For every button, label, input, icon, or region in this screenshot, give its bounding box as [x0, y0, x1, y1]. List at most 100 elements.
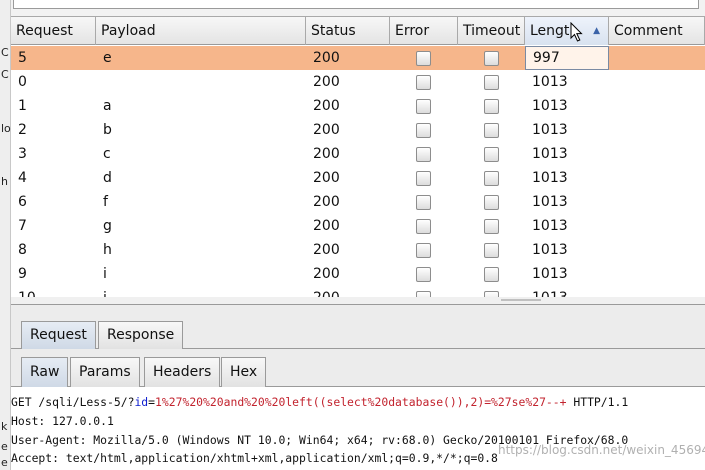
cell-payload: b	[103, 122, 112, 138]
timeout-checkbox[interactable]	[484, 171, 499, 186]
table-row[interactable]: 2 b 200 1013	[11, 118, 705, 142]
cell-request: 7	[18, 218, 27, 234]
clipped-char: lo	[1, 122, 11, 135]
cell-status: 200	[313, 266, 340, 282]
error-checkbox[interactable]	[416, 51, 431, 66]
error-checkbox[interactable]	[416, 243, 431, 258]
table-row[interactable]: 6 f 200 1013	[11, 190, 705, 214]
timeout-checkbox[interactable]	[484, 123, 499, 138]
cell-length: 1013	[532, 74, 568, 90]
header-accept: Accept: text/html,application/xhtml+xml,…	[11, 451, 498, 465]
cell-status: 200	[313, 218, 340, 234]
tab-raw[interactable]: Raw	[21, 357, 69, 387]
error-checkbox[interactable]	[416, 171, 431, 186]
timeout-checkbox[interactable]	[484, 75, 499, 90]
cell-length: 1013	[532, 98, 568, 114]
column-header-request[interactable]: Request	[11, 17, 96, 45]
request-line: GET /sqli/Less-5/?id=1%27%20%20and%20%20…	[11, 395, 629, 409]
cell-payload: e	[103, 50, 112, 66]
cell-length: 1013	[532, 170, 568, 186]
column-header-error[interactable]: Error	[390, 17, 458, 45]
table-row[interactable]: 9 i 200 1013	[11, 262, 705, 286]
tab-hex[interactable]: Hex	[221, 357, 267, 387]
timeout-checkbox[interactable]	[484, 219, 499, 234]
tab-headers[interactable]: Headers	[144, 357, 221, 387]
table-row[interactable]: 7 g 200 1013	[11, 214, 705, 238]
cell-comment	[609, 166, 705, 190]
table-row[interactable]: 0 200 1013	[11, 70, 705, 94]
timeout-checkbox[interactable]	[484, 195, 499, 210]
cell-status: 200	[313, 194, 340, 210]
cell-request: 5	[18, 50, 27, 66]
cell-payload: h	[103, 242, 112, 258]
column-header-comment[interactable]: Comment	[609, 17, 705, 45]
table-row[interactable]: 1 a 200 1013	[11, 94, 705, 118]
clipped-char: k	[1, 420, 8, 433]
error-checkbox[interactable]	[416, 75, 431, 90]
cell-payload: g	[103, 218, 112, 234]
cell-status: 200	[313, 242, 340, 258]
cell-length: 1013	[532, 194, 568, 210]
cell-payload: i	[103, 266, 107, 282]
tab-request[interactable]: Request	[21, 321, 96, 349]
error-checkbox[interactable]	[416, 99, 431, 114]
cell-request: 4	[18, 170, 27, 186]
cell-payload: f	[103, 194, 108, 210]
timeout-checkbox[interactable]	[484, 51, 499, 66]
timeout-checkbox[interactable]	[484, 147, 499, 162]
cell-payload: d	[103, 170, 112, 186]
cell-status: 200	[313, 98, 340, 114]
cell-status: 200	[313, 122, 340, 138]
cell-request: 1	[18, 98, 27, 114]
column-header-length[interactable]: Length ▲	[525, 17, 609, 45]
cell-request: 8	[18, 242, 27, 258]
timeout-checkbox[interactable]	[484, 99, 499, 114]
column-header-timeout[interactable]: Timeout	[458, 17, 525, 45]
cell-payload	[96, 70, 306, 94]
error-checkbox[interactable]	[416, 123, 431, 138]
horizontal-scrollbar[interactable]	[11, 297, 705, 304]
cell-request: 2	[18, 122, 27, 138]
clipped-char: e	[1, 456, 8, 469]
cell-comment	[609, 46, 705, 70]
results-table: Request Payload Status Error Timeout Length ▲ C…	[11, 17, 705, 305]
cell-length: 1013	[532, 218, 568, 234]
column-header-label: Status	[311, 23, 356, 39]
clipped-char: h	[1, 175, 8, 188]
error-checkbox[interactable]	[416, 147, 431, 162]
tab-params[interactable]: Params	[70, 357, 140, 387]
tab-response[interactable]: Response	[98, 321, 184, 349]
cell-comment	[609, 118, 705, 142]
cell-request: 0	[18, 74, 27, 90]
table-row[interactable]: 5 e 200 997	[11, 46, 705, 70]
table-row[interactable]: 4 d 200 1013	[11, 166, 705, 190]
timeout-checkbox[interactable]	[484, 243, 499, 258]
clipped-char: C	[1, 68, 9, 81]
sort-ascending-icon: ▲	[593, 26, 600, 36]
column-header-payload[interactable]: Payload	[96, 17, 306, 45]
cell-request: 3	[18, 146, 27, 162]
error-checkbox[interactable]	[416, 219, 431, 234]
column-header-label: Timeout	[463, 23, 521, 39]
mouse-cursor-icon	[570, 22, 583, 42]
cell-length: 1013	[532, 242, 568, 258]
column-header-status[interactable]: Status	[306, 17, 390, 45]
error-checkbox[interactable]	[416, 267, 431, 282]
param-value: 1%27%20%20and%20%20left((select%20databa…	[155, 395, 567, 409]
cell-payload: c	[103, 146, 111, 162]
column-header-label: Payload	[101, 23, 156, 39]
param-name: id	[134, 395, 149, 409]
clipped-char: e	[1, 440, 8, 453]
view-tabs: Raw Params Headers Hex	[11, 349, 705, 387]
cell-comment	[609, 238, 705, 262]
table-row[interactable]: 8 h 200 1013	[11, 238, 705, 262]
raw-request-editor[interactable]: GET /sqli/Less-5/?id=1%27%20%20and%20%20…	[11, 387, 705, 470]
timeout-checkbox[interactable]	[484, 267, 499, 282]
error-checkbox[interactable]	[416, 195, 431, 210]
watermark-text: https://blog.csdn.net/weixin_45694388	[498, 443, 705, 457]
cell-comment	[609, 70, 705, 94]
column-header-label: Comment	[614, 23, 683, 39]
cell-status: 200	[313, 74, 340, 90]
cell-length: 1013	[532, 146, 568, 162]
table-row[interactable]: 3 c 200 1013	[11, 142, 705, 166]
